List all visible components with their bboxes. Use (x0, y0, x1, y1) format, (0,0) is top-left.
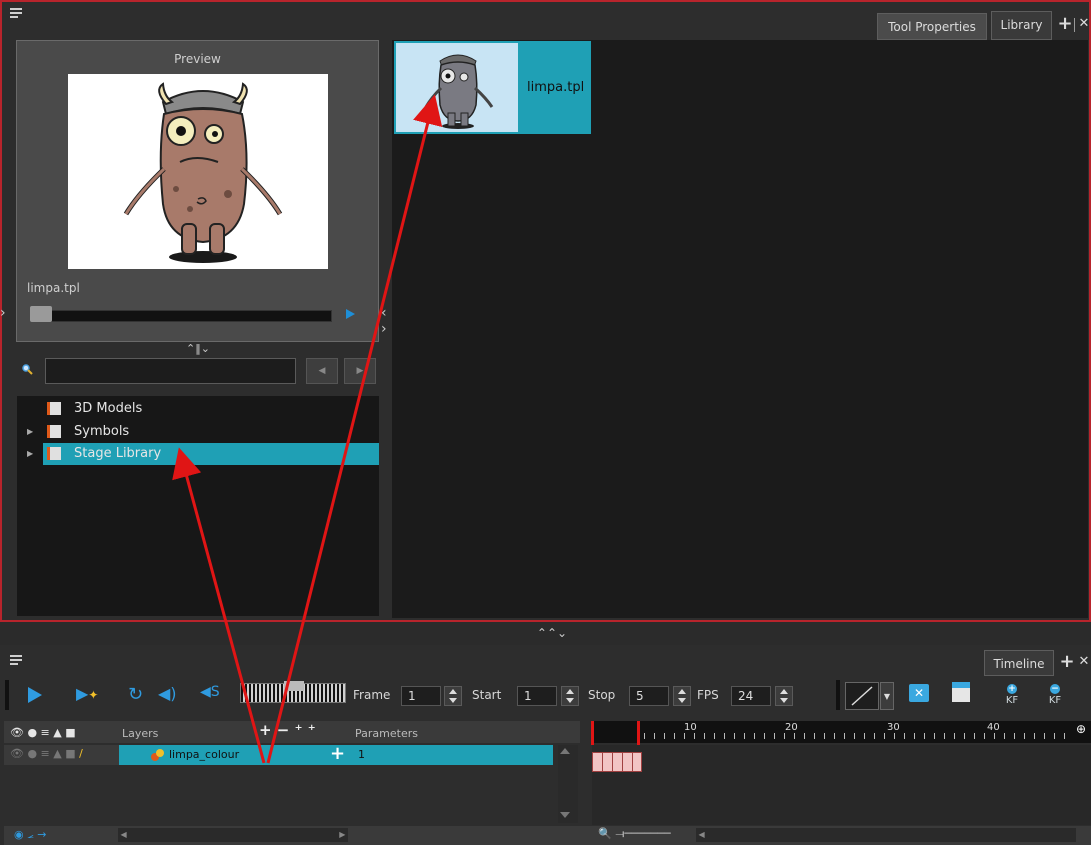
arrow-to-library-item (266, 94, 443, 764)
annotation-arrows (172, 94, 443, 764)
arrow-to-stage-library (172, 447, 266, 764)
